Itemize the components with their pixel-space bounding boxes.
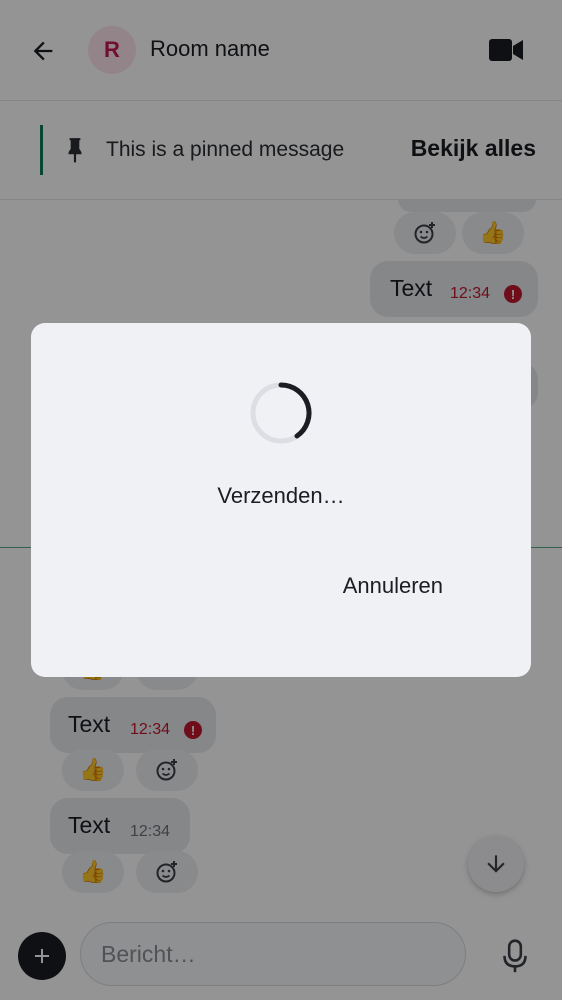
loading-spinner-icon (250, 382, 312, 444)
dialog-message: Verzenden… (217, 483, 345, 508)
cancel-button[interactable]: Annuleren (343, 573, 443, 599)
sending-dialog: Verzenden… Annuleren (31, 323, 531, 677)
